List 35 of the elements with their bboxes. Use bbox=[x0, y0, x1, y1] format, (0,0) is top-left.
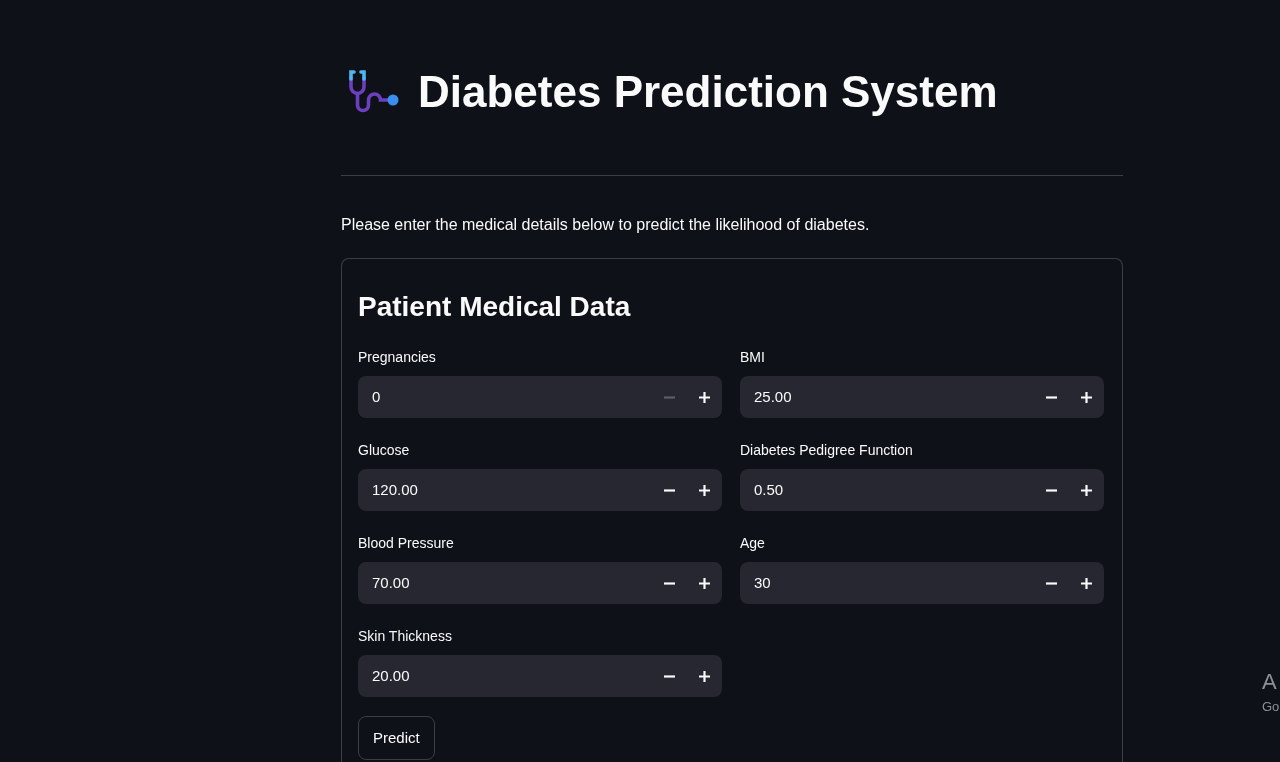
plus-icon bbox=[699, 670, 710, 682]
notice-heading: A bbox=[1262, 668, 1277, 696]
predict-button[interactable]: Predict bbox=[358, 716, 435, 760]
plus-icon bbox=[699, 577, 710, 589]
number-field[interactable]: 0.50 bbox=[740, 469, 1033, 511]
increment-button[interactable] bbox=[1069, 376, 1104, 418]
number-field[interactable]: 0 bbox=[358, 376, 651, 418]
number-field[interactable]: 120.00 bbox=[358, 469, 651, 511]
intro-text: Please enter the medical details below to predict the likelihood of diabetes. bbox=[341, 215, 871, 235]
notice-text: Go bbox=[1262, 698, 1280, 716]
increment-button[interactable] bbox=[687, 562, 722, 604]
number-field[interactable]: 70.00 bbox=[358, 562, 651, 604]
increment-button[interactable] bbox=[1069, 562, 1104, 604]
field-label: Pregnancies bbox=[358, 348, 436, 367]
field-label: Glucose bbox=[358, 441, 410, 460]
field-label: BMI bbox=[740, 348, 765, 367]
stethoscope-icon bbox=[348, 69, 400, 115]
plus-icon bbox=[699, 391, 710, 403]
plus-icon bbox=[699, 484, 710, 496]
number-field[interactable]: 20.00 bbox=[358, 655, 651, 697]
page-title: Diabetes Prediction System bbox=[418, 66, 998, 118]
increment-button[interactable] bbox=[687, 469, 722, 511]
field-label: Diabetes Pedigree Function bbox=[740, 441, 913, 460]
form-title: Patient Medical Data bbox=[358, 290, 632, 324]
increment-button[interactable] bbox=[1069, 469, 1104, 511]
field-label: Age bbox=[740, 534, 765, 553]
increment-button[interactable] bbox=[687, 655, 722, 697]
field-label: Skin Thickness bbox=[358, 627, 452, 646]
plus-icon bbox=[1081, 484, 1092, 496]
increment-button[interactable] bbox=[687, 376, 722, 418]
number-field[interactable]: 30 bbox=[740, 562, 1033, 604]
plus-icon bbox=[1081, 391, 1092, 403]
number-field[interactable]: 25.00 bbox=[740, 376, 1033, 418]
field-label: Blood Pressure bbox=[358, 534, 454, 553]
plus-icon bbox=[1081, 577, 1092, 589]
